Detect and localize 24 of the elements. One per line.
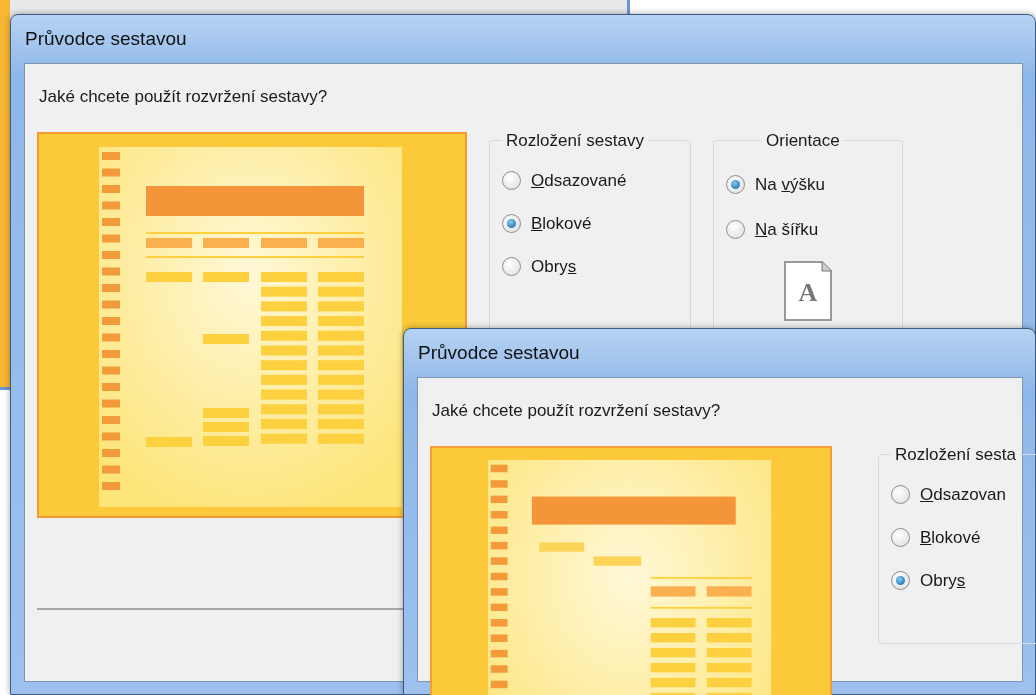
radio-label[interactable]: Odsazovan [920,485,1006,503]
radio-button[interactable] [891,484,910,504]
radio-label[interactable]: Na šířku [755,220,819,238]
window-title: Průvodce sestavou [25,26,187,51]
radio-button[interactable] [726,174,745,194]
group-title: Orientace [765,131,841,149]
radio-button[interactable] [502,213,521,233]
group-title: Rozložení sesta [894,445,1017,463]
radio-label[interactable]: Blokové [531,214,592,232]
question-label: Jaké chcete použít rozvržení sestavy? [432,400,722,422]
radio-label[interactable]: Odsazované [531,171,627,189]
radio-button[interactable] [502,256,521,276]
radio-label[interactable]: Obrys [531,257,577,275]
radio-button[interactable] [502,170,521,190]
radio-label[interactable]: Blokové [920,528,981,546]
radio-button[interactable] [891,570,910,590]
radio-button[interactable] [726,219,745,239]
radio-button[interactable] [891,527,910,547]
radio-label[interactable]: Obrys [920,571,966,589]
radio-label[interactable]: Na výšku [755,175,825,193]
page-orientation-icon: A [784,260,832,321]
window-title: Průvodce sestavou [418,340,580,365]
group-title: Rozložení sestavy [505,131,645,149]
question-label: Jaké chcete použít rozvržení sestavy? [39,86,329,108]
